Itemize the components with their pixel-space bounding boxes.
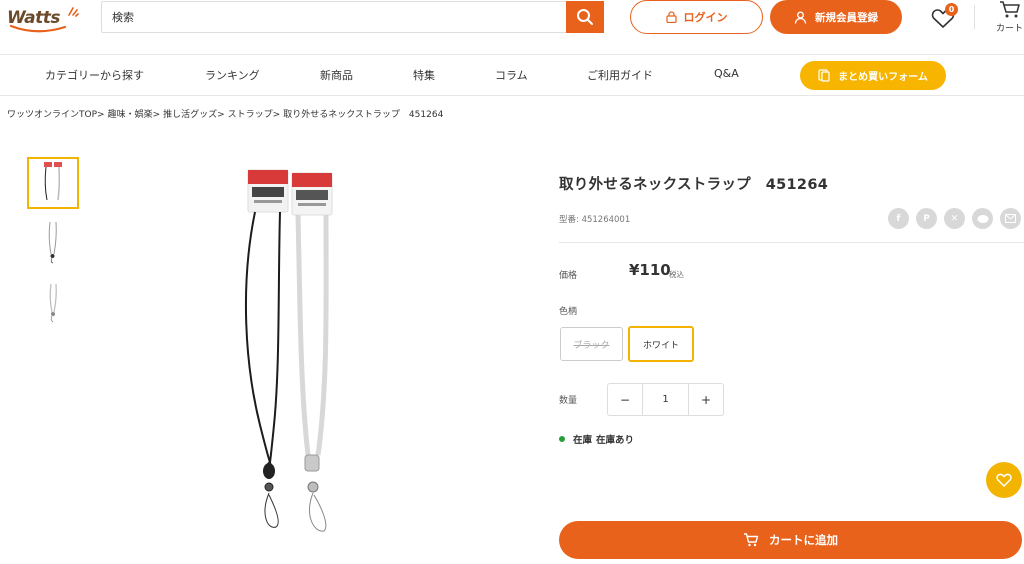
color-option-black[interactable]: ブラック bbox=[560, 327, 623, 361]
nav-item-guide[interactable]: ご利用ガイド bbox=[587, 67, 653, 83]
add-to-cart-label: カートに追加 bbox=[769, 533, 838, 547]
bulk-order-button[interactable]: まとめ買いフォーム bbox=[800, 61, 946, 90]
facebook-icon[interactable]: f bbox=[888, 208, 909, 229]
bulk-order-label: まとめ買いフォーム bbox=[838, 72, 928, 83]
mail-icon[interactable] bbox=[1000, 208, 1021, 229]
add-to-cart-button[interactable]: カートに追加 bbox=[559, 521, 1022, 559]
logo-spark-icon bbox=[68, 7, 79, 17]
heart-icon bbox=[996, 473, 1012, 487]
site-header: Watts ログイン 新規会員登録 0 bbox=[0, 0, 1024, 55]
color-label: 色柄 bbox=[559, 307, 578, 317]
color-option-white[interactable]: ホワイト bbox=[628, 326, 694, 362]
nav-item-qa[interactable]: Q&A bbox=[714, 67, 739, 80]
thumbnail-image bbox=[44, 162, 62, 201]
product-model-number: 型番: 451264001 bbox=[559, 215, 631, 225]
line-icon[interactable] bbox=[972, 208, 993, 229]
search-icon bbox=[577, 9, 593, 25]
tax-label: 税込 bbox=[669, 270, 684, 279]
breadcrumb-strap[interactable]: ストラップ> bbox=[228, 110, 281, 120]
stock-status: 在庫 在庫あり bbox=[559, 432, 634, 446]
stock-dot-icon bbox=[559, 436, 565, 442]
stock-value: 在庫あり bbox=[596, 435, 635, 446]
user-icon bbox=[794, 11, 807, 24]
login-button[interactable]: ログイン bbox=[630, 0, 763, 34]
login-label: ログイン bbox=[683, 11, 728, 24]
nav-item-ranking[interactable]: ランキング bbox=[205, 67, 260, 83]
search-button[interactable] bbox=[566, 1, 604, 33]
register-label: 新規会員登録 bbox=[815, 11, 878, 24]
cart-icon bbox=[744, 533, 759, 547]
share-buttons: f P ✕ bbox=[888, 208, 1021, 229]
nav-item-feature[interactable]: 特集 bbox=[413, 67, 435, 83]
lock-icon bbox=[665, 11, 677, 23]
x-icon[interactable]: ✕ bbox=[944, 208, 965, 229]
nav-item-column[interactable]: コラム bbox=[495, 67, 528, 83]
stock-label: 在庫 bbox=[573, 435, 593, 446]
divider bbox=[559, 242, 1024, 243]
pinterest-icon[interactable]: P bbox=[916, 208, 937, 229]
product-title: 取り外せるネックストラップ 451264 bbox=[559, 177, 829, 193]
breadcrumb-top[interactable]: ワッツオンラインTOP> bbox=[7, 110, 105, 120]
quantity-decrease-button[interactable]: − bbox=[608, 384, 642, 415]
product-main-image[interactable] bbox=[200, 165, 400, 545]
favorites-count-badge: 0 bbox=[945, 3, 958, 16]
price-label: 価格 bbox=[559, 271, 578, 281]
document-icon bbox=[818, 69, 830, 82]
nav-item-category[interactable]: カテゴリーから探す bbox=[45, 67, 144, 83]
breadcrumb-current: 取り外せるネックストラップ 451264 bbox=[283, 110, 444, 120]
quantity-label: 数量 bbox=[559, 396, 578, 406]
quantity-stepper: − + bbox=[607, 383, 724, 416]
thumbnail-2[interactable] bbox=[27, 215, 79, 267]
breadcrumb-hobby[interactable]: 趣味・娯楽> bbox=[108, 110, 161, 120]
thumbnail-1[interactable] bbox=[27, 157, 79, 209]
global-nav: カテゴリーから探す ランキング 新商品 特集 コラム ご利用ガイド Q&A まと… bbox=[0, 56, 1024, 96]
nav-item-new[interactable]: 新商品 bbox=[320, 67, 353, 83]
breadcrumb-oshikatsu[interactable]: 推し活グッズ> bbox=[163, 110, 225, 120]
search-input[interactable] bbox=[102, 2, 568, 32]
breadcrumb: ワッツオンラインTOP> 趣味・娯楽> 推し活グッズ> ストラップ> 取り外せるネックス… bbox=[7, 107, 446, 120]
thumbnail-image bbox=[49, 283, 57, 323]
search-bar bbox=[101, 1, 604, 33]
thumbnail-3[interactable] bbox=[27, 275, 79, 327]
watts-logo[interactable]: Watts bbox=[7, 5, 79, 33]
cart-label[interactable]: カート bbox=[996, 21, 1023, 34]
floating-favorite-button[interactable] bbox=[986, 462, 1022, 498]
thumbnail-image bbox=[48, 221, 57, 264]
logo-smile-icon bbox=[9, 24, 67, 33]
product-price: ¥110 bbox=[629, 261, 671, 279]
header-divider bbox=[974, 5, 975, 29]
register-button[interactable]: 新規会員登録 bbox=[770, 0, 902, 34]
quantity-input[interactable] bbox=[642, 384, 689, 415]
quantity-increase-button[interactable]: + bbox=[689, 384, 723, 415]
